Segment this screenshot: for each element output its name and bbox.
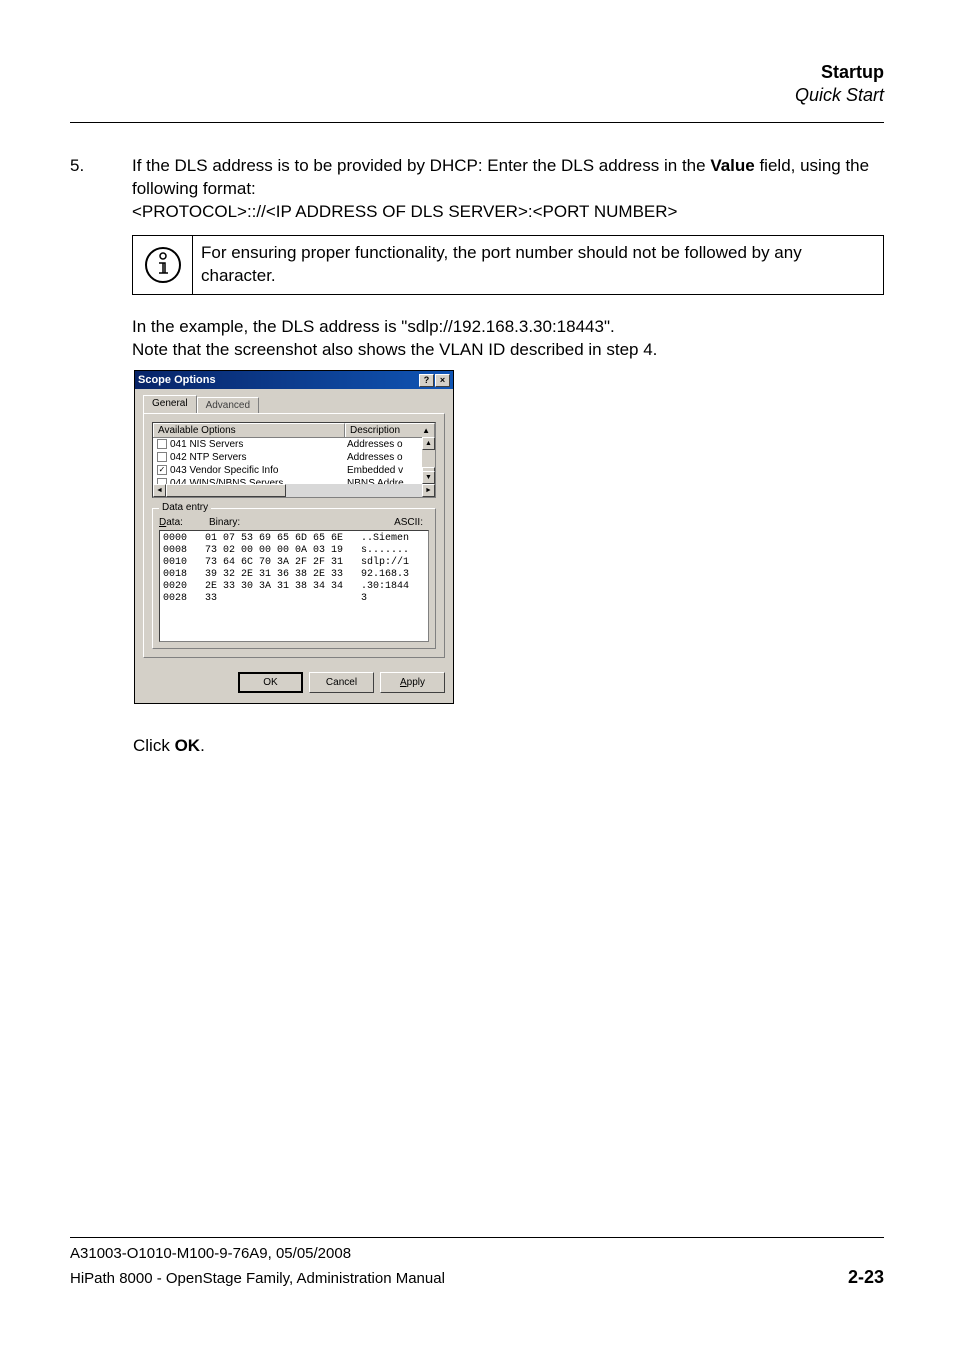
checkbox-041[interactable] [157,439,167,449]
help-button[interactable]: ? [419,374,434,387]
option-row-041[interactable]: 041 NIS Servers Addresses o [153,438,435,451]
example-line2: Note that the screenshot also shows the … [132,340,657,359]
footer-rule [70,1237,884,1238]
close-button[interactable]: × [435,374,450,387]
hex-data-area[interactable]: 0000 01 07 53 69 65 6D 65 6E ..Siemen 00… [159,530,429,642]
footer-manual-title: HiPath 8000 - OpenStage Family, Administ… [70,1269,445,1289]
page-number: 2-23 [848,1265,884,1289]
scroll-up-icon[interactable]: ▲ [422,437,435,450]
step-protocol-line: <PROTOCOL>:://<IP ADDRESS OF DLS SERVER>… [132,202,677,221]
header-rule [70,122,884,123]
ok-button[interactable]: OK [238,672,303,693]
checkbox-042[interactable] [157,452,167,462]
option-row-042[interactable]: 042 NTP Servers Addresses o [153,451,435,464]
horizontal-scroll-thumb[interactable] [166,484,286,497]
data-entry-group: Data entry Data: Binary: ASCII: 0000 01 … [152,508,436,649]
sort-up-icon: ▲ [422,426,430,435]
data-entry-legend: Data entry [159,502,211,513]
page-header: Startup Quick Start [795,62,884,106]
scope-options-dialog: Scope Options ? × General Advanced Avail… [134,370,454,704]
footer-ref: A31003-O1010-M100-9-76A9, 05/05/2008 [70,1244,884,1264]
available-options-list[interactable]: Available Options Description ▲ 041 NIS … [152,422,436,498]
step-text-1: If the DLS address is to be provided by … [132,156,710,175]
step-number: 5. [70,155,84,178]
dialog-title: Scope Options [138,374,216,386]
dialog-titlebar[interactable]: Scope Options ? × [135,371,453,389]
note-box: For ensuring proper functionality, the p… [132,235,884,295]
column-available-options[interactable]: Available Options [153,423,345,437]
scroll-down-icon[interactable]: ▼ [422,471,435,484]
page-footer: A31003-O1010-M100-9-76A9, 05/05/2008 HiP… [70,1237,884,1289]
header-quickstart: Quick Start [795,85,884,106]
tab-body: Available Options Description ▲ 041 NIS … [143,413,445,658]
apply-button[interactable]: Apply [380,672,445,693]
checkbox-043[interactable]: ✓ [157,465,167,475]
column-description[interactable]: Description ▲ [345,423,435,437]
ascii-label: ASCII: [349,517,429,528]
step-value-word: Value [710,156,754,175]
vertical-scrollbar[interactable]: ▲ ▼ [422,437,435,484]
example-line1: In the example, the DLS address is "sdlp… [132,317,615,336]
info-icon [133,236,193,294]
example-block: In the example, the DLS address is "sdlp… [132,316,884,362]
horizontal-scrollbar[interactable]: ◄ ► [153,484,435,497]
header-startup: Startup [795,62,884,83]
tab-advanced[interactable]: Advanced [197,397,259,413]
option-row-043[interactable]: ✓ 043 Vendor Specific Info Embedded v [153,464,435,477]
data-label: Data: [159,517,209,528]
note-text: For ensuring proper functionality, the p… [193,236,883,294]
step-5: 5. If the DLS address is to be provided … [70,155,884,224]
cancel-button[interactable]: Cancel [309,672,374,693]
binary-label: Binary: [209,517,349,528]
tab-general[interactable]: General [143,395,197,413]
scroll-right-icon[interactable]: ► [422,484,435,497]
scroll-left-icon[interactable]: ◄ [153,484,166,497]
click-ok-instruction: Click OK. [133,736,205,756]
